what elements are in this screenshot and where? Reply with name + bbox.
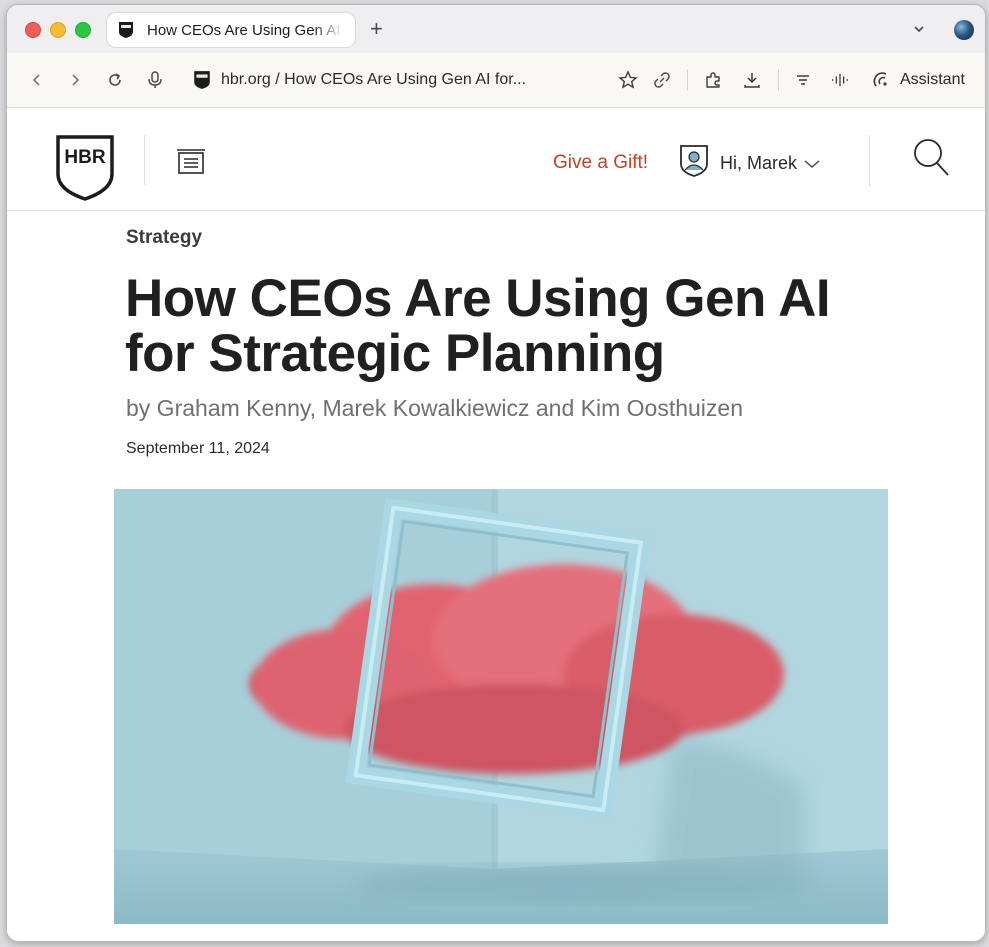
hbr-logo-text: HBR [64, 147, 105, 168]
search-icon[interactable] [911, 136, 951, 183]
back-icon[interactable] [27, 70, 47, 90]
reader-mode-icon[interactable] [793, 70, 813, 90]
article-byline: by Graham Kenny, Marek Kowalkiewicz and … [126, 395, 744, 421]
tab-strip: How CEOs Are Using Gen AI for Strategic … [7, 5, 985, 53]
site-header: HBR Give a Gift! Hi, Marek [7, 108, 985, 211]
browser-window: How CEOs Are Using Gen AI for Strategic … [6, 4, 986, 942]
bookmark-star-icon[interactable] [618, 70, 638, 90]
new-tab-button[interactable]: + [370, 18, 383, 40]
chevron-down-icon[interactable] [912, 22, 926, 41]
reload-icon[interactable] [105, 70, 125, 90]
hbr-logo[interactable]: HBR [55, 134, 115, 202]
hbr-favicon-icon [193, 70, 211, 95]
forward-icon[interactable] [65, 70, 85, 90]
toolbar-divider [778, 69, 779, 91]
hero-image [114, 489, 888, 924]
hero-illustration [114, 489, 888, 924]
zoom-window-button[interactable] [75, 22, 91, 38]
download-icon[interactable] [742, 70, 762, 90]
profile-avatar-icon[interactable] [954, 20, 974, 40]
close-window-button[interactable] [25, 22, 41, 38]
section-label[interactable]: Strategy [126, 227, 202, 249]
audio-waveform-icon[interactable] [830, 70, 850, 90]
chevron-down-icon[interactable] [803, 157, 821, 175]
article-headline: How CEOs Are Using Gen AI for Strategic … [125, 269, 831, 383]
user-avatar-icon[interactable] [679, 144, 709, 183]
browser-toolbar: hbr.org / How CEOs Are Using Gen AI for.… [7, 53, 985, 108]
menu-icon[interactable] [175, 148, 207, 181]
give-gift-link[interactable]: Give a Gift! [553, 152, 648, 174]
microphone-icon[interactable] [145, 70, 165, 90]
tab-active[interactable]: How CEOs Are Using Gen AI for Strategic … [107, 13, 355, 47]
user-greeting[interactable]: Hi, Marek [720, 153, 797, 174]
header-divider [869, 135, 870, 187]
link-icon[interactable] [652, 70, 672, 90]
toolbar-divider [687, 69, 688, 91]
address-bar[interactable]: hbr.org / How CEOs Are Using Gen AI for.… [221, 71, 526, 89]
extensions-puzzle-icon[interactable] [704, 70, 724, 90]
article-date: September 11, 2024 [126, 440, 270, 457]
hbr-favicon-icon [117, 21, 135, 39]
tab-title: How CEOs Are Using Gen AI for Strategic … [147, 21, 343, 39]
minimize-window-button[interactable] [50, 22, 66, 38]
assistant-icon[interactable] [871, 70, 891, 90]
header-divider [144, 135, 145, 185]
assistant-button[interactable]: Assistant [900, 71, 965, 89]
